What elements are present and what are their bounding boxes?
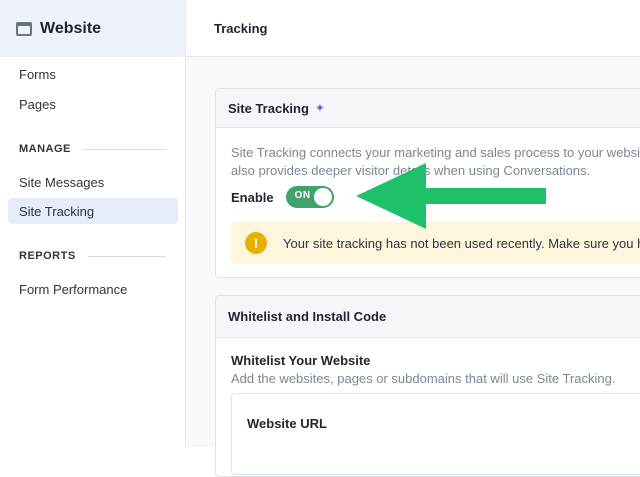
top-bar: Tracking (186, 0, 640, 57)
whitelist-subtitle: Whitelist Your Website (231, 353, 371, 368)
whitelist-card: Whitelist and Install Code Whitelist You… (215, 295, 640, 477)
divider (82, 148, 166, 150)
sparkle-icon: ✦ (314, 101, 325, 115)
sidebar-item-pages[interactable]: Pages (8, 91, 178, 117)
site-tracking-toggle[interactable]: ON (285, 186, 334, 208)
card-title: Site Tracking (228, 100, 309, 116)
section-label-reports: REPORTS (19, 250, 166, 262)
section-label-text: MANAGE (19, 143, 71, 155)
enable-label: Enable (231, 189, 274, 205)
sidebar-item-forms[interactable]: Forms (8, 61, 178, 87)
section-label-text: REPORTS (19, 250, 76, 262)
website-url-panel: Website URL (231, 393, 640, 475)
sidebar-item-form-performance[interactable]: Form Performance (8, 276, 178, 302)
sidebar-title: Website (40, 19, 102, 37)
notice-text: Your site tracking has not been used rec… (283, 235, 640, 251)
warning-icon: ! (245, 232, 267, 254)
website-icon (16, 21, 32, 36)
sidebar-item-site-messages[interactable]: Site Messages (8, 169, 178, 195)
card-header: Site Tracking ✦ (216, 89, 640, 128)
divider (87, 255, 166, 257)
card-title: Whitelist and Install Code (228, 309, 387, 324)
card-header: Whitelist and Install Code (216, 296, 640, 338)
sidebar-header: Website (0, 0, 185, 57)
sidebar: Website Forms Pages MANAGE Site Messages… (0, 0, 186, 447)
section-label-manage: MANAGE (19, 143, 166, 155)
enable-row: Enable ON (231, 186, 334, 208)
toggle-knob (313, 188, 332, 206)
description-line-1: Site Tracking connects your marketing an… (231, 145, 640, 160)
whitelist-description: Add the websites, pages or subdomains th… (231, 371, 616, 386)
website-url-label: Website URL (247, 416, 327, 431)
page-title: Tracking (214, 20, 268, 36)
sidebar-item-site-tracking[interactable]: Site Tracking (8, 198, 178, 224)
annotation-arrow-icon (356, 163, 546, 229)
toggle-state-text: ON (294, 190, 311, 201)
